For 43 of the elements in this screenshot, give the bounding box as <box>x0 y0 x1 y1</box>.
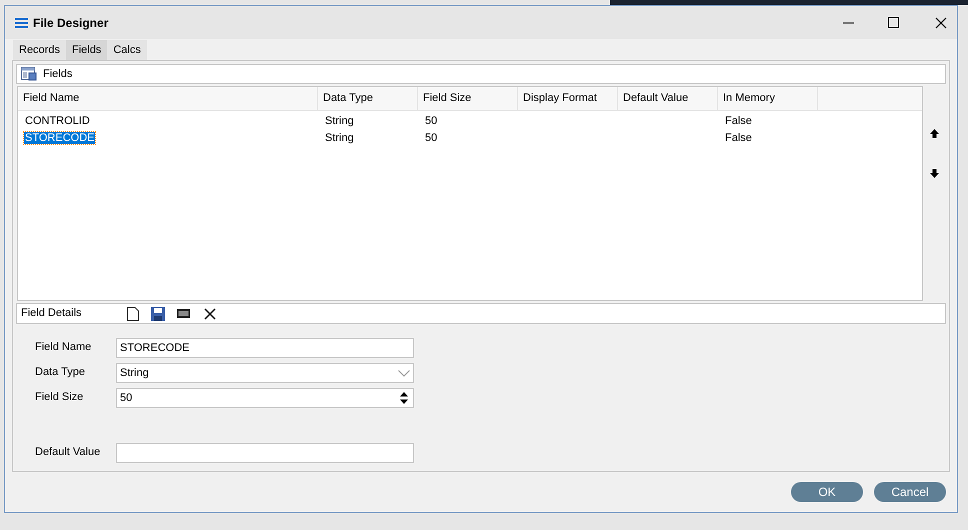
dialog-button[interactable]: OK <box>791 482 863 502</box>
table-cell: CONTROLID <box>25 115 90 128</box>
tab[interactable]: Fields <box>66 40 108 60</box>
menu-icon[interactable] <box>15 18 28 28</box>
table-cell: 50 <box>425 132 438 144</box>
tab[interactable]: Records <box>13 40 66 60</box>
move-down-icon[interactable] <box>930 169 939 178</box>
new-document-icon[interactable] <box>127 306 139 320</box>
film-icon[interactable] <box>177 309 190 318</box>
input-field[interactable]: STORECODE <box>116 338 414 358</box>
close-icon[interactable] <box>935 16 947 28</box>
column-header[interactable]: Default Value <box>618 87 718 110</box>
table-cell: String <box>325 115 354 128</box>
chevron-icon <box>398 370 410 376</box>
column-header[interactable]: Field Name <box>18 87 318 110</box>
field-label: Field Size <box>35 390 84 405</box>
table-cell: False <box>725 132 752 144</box>
minimize-icon[interactable] <box>843 22 854 24</box>
maximize-icon[interactable] <box>888 17 899 28</box>
save-icon[interactable] <box>151 306 165 320</box>
number-field[interactable]: 50 <box>116 388 414 408</box>
table-cell: 50 <box>425 115 438 128</box>
dialog-button[interactable]: Cancel <box>874 482 946 502</box>
table-cell: String <box>325 132 354 144</box>
tab[interactable]: Calcs <box>107 40 147 60</box>
spinner-icon[interactable] <box>400 392 408 404</box>
table-cell: STORECODE <box>24 132 96 144</box>
move-up-icon[interactable] <box>930 129 939 138</box>
table-cell: False <box>725 115 752 128</box>
column-header[interactable]: Data Type <box>318 87 418 110</box>
window-title: File Designer <box>33 14 108 32</box>
field-label: Field Name <box>35 340 92 355</box>
section-title: Field Details <box>21 306 83 322</box>
dropdown[interactable]: String <box>116 363 414 383</box>
table-icon <box>21 67 37 81</box>
column-header[interactable]: In Memory <box>718 87 818 110</box>
field-label: Data Type <box>35 365 86 380</box>
input-field[interactable] <box>116 443 414 463</box>
field-label: Default Value <box>35 445 102 460</box>
column-header[interactable]: Display Format <box>518 87 618 110</box>
delete-icon[interactable] <box>204 308 216 320</box>
column-header[interactable]: Field Size <box>418 87 518 110</box>
panel-title: Fields <box>43 66 72 82</box>
